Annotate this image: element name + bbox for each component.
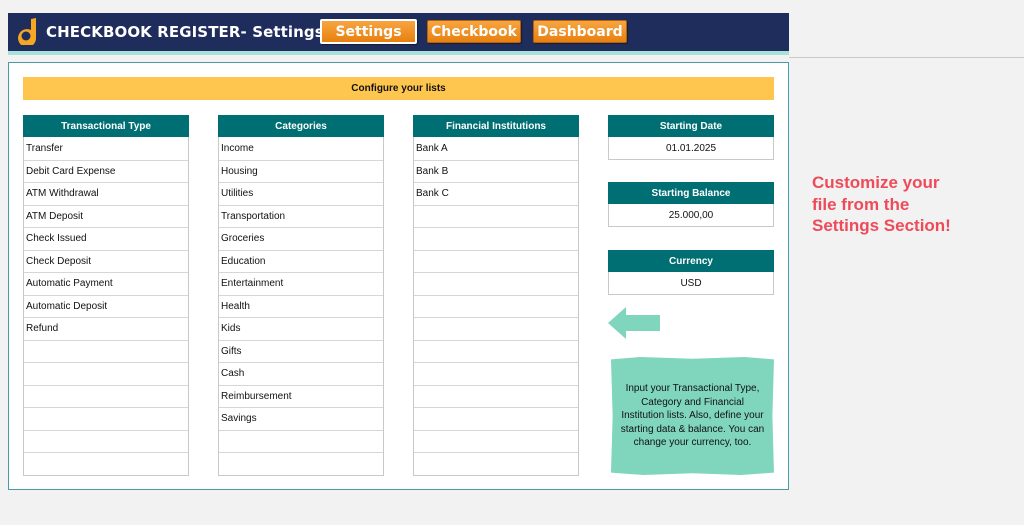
currency-box: Currency USD (608, 250, 774, 295)
list-item[interactable]: Cash (219, 362, 383, 385)
list-item[interactable]: Bank C (414, 182, 578, 205)
list-item[interactable] (414, 317, 578, 340)
list-item[interactable] (414, 227, 578, 250)
header-accent-line (8, 51, 789, 55)
starting-balance-field[interactable]: 25.000,00 (608, 204, 774, 227)
list-item[interactable] (414, 294, 578, 318)
nav-checkbook-button[interactable]: Checkbook (427, 20, 521, 43)
list-item[interactable]: Transfer (24, 137, 188, 160)
starting-date-label: Starting Date (608, 115, 774, 137)
list-item[interactable] (414, 204, 578, 228)
list-item[interactable]: Kids (219, 317, 383, 340)
list-item[interactable] (24, 339, 188, 363)
list-item[interactable]: Income (219, 137, 383, 160)
list-header: Transactional Type (23, 115, 189, 137)
nav-dashboard-button[interactable]: Dashboard (533, 20, 627, 43)
list-item[interactable] (414, 272, 578, 295)
list-item[interactable] (24, 429, 188, 453)
list-item[interactable]: Check Deposit (24, 249, 188, 273)
starting-balance-label: Starting Balance (608, 182, 774, 204)
list-item[interactable]: Housing (219, 159, 383, 183)
list-item[interactable]: Savings (219, 407, 383, 430)
starting-date-box: Starting Date 01.01.2025 (608, 115, 774, 160)
list-item[interactable]: Check Issued (24, 227, 188, 250)
list-item[interactable] (24, 452, 188, 475)
list-item[interactable]: Entertainment (219, 272, 383, 295)
list-item[interactable] (219, 429, 383, 453)
list-item[interactable] (414, 249, 578, 273)
left-arrow-icon (608, 307, 660, 339)
currency-field[interactable]: USD (608, 272, 774, 295)
page-title: CHECKBOOK REGISTER- Settings (46, 23, 324, 41)
list-item[interactable]: Bank B (414, 159, 578, 183)
list-item[interactable]: Utilities (219, 182, 383, 205)
nav-settings-button[interactable]: Settings (320, 19, 417, 44)
list-item[interactable] (24, 407, 188, 430)
list-item[interactable]: Automatic Deposit (24, 294, 188, 318)
list-item[interactable]: Education (219, 249, 383, 273)
list-item[interactable] (24, 362, 188, 385)
list-item[interactable]: Gifts (219, 339, 383, 363)
list-item[interactable]: Bank A (414, 137, 578, 160)
configure-lists-banner: Configure your lists (23, 77, 774, 100)
list-item[interactable] (414, 339, 578, 363)
list-item[interactable]: Transportation (219, 204, 383, 228)
list-item[interactable] (219, 452, 383, 475)
instruction-note: Input your Transactional Type, Category … (611, 357, 774, 475)
list-item[interactable]: Refund (24, 317, 188, 340)
currency-label: Currency (608, 250, 774, 272)
list-item[interactable] (414, 384, 578, 408)
list-item[interactable]: Groceries (219, 227, 383, 250)
list-item[interactable] (414, 407, 578, 430)
list-item[interactable] (414, 429, 578, 453)
list-item[interactable] (414, 452, 578, 475)
categories-list: Categories Income Housing Utilities Transpo… (218, 115, 384, 476)
list-header: Categories (218, 115, 384, 137)
app-logo-icon (18, 18, 36, 45)
list-item[interactable]: ATM Deposit (24, 204, 188, 228)
list-item[interactable]: Automatic Payment (24, 272, 188, 295)
promo-text: Customize your file from the Settings Se… (812, 173, 951, 235)
list-header: Financial Institutions (413, 115, 579, 137)
list-item[interactable]: ATM Withdrawal (24, 182, 188, 205)
starting-date-field[interactable]: 01.01.2025 (608, 137, 774, 160)
list-item[interactable]: Reimbursement (219, 384, 383, 408)
list-item[interactable]: Health (219, 294, 383, 318)
transactional-type-list: Transactional Type Transfer Debit Card Ex… (23, 115, 189, 476)
list-item[interactable] (414, 362, 578, 385)
starting-balance-box: Starting Balance 25.000,00 (608, 182, 774, 227)
financial-institutions-list: Financial Institutions Bank A Bank B Bank … (413, 115, 579, 476)
list-item[interactable] (24, 384, 188, 408)
divider (789, 57, 1024, 58)
list-item[interactable]: Debit Card Expense (24, 159, 188, 183)
